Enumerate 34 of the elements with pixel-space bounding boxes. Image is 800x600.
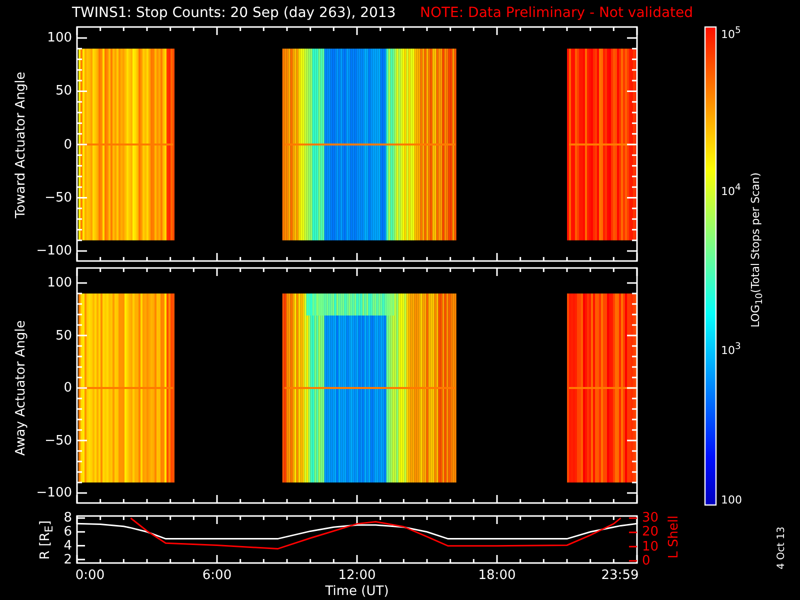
chart-title: TWINS1: Stop Counts: 20 Sep (day 263), 2013 (72, 6, 396, 20)
tick-label: −100 (36, 486, 72, 500)
tick-label: 8 (64, 512, 72, 525)
tick-label: 10$^{3}$ (721, 342, 741, 356)
tick-label: 12:00 (338, 569, 376, 582)
tick-label: 0:00 (75, 569, 105, 582)
tick-label: 6:00 (202, 569, 232, 582)
tick-label: 23:59 (601, 569, 639, 582)
tick-label: 10$^{5}$ (721, 26, 741, 40)
axis-label: Away Actuator Angle (14, 320, 28, 456)
tick-label: 4 (64, 539, 72, 552)
axis-label: Toward Actuator Angle (14, 71, 28, 218)
tick-label: −100 (36, 244, 72, 258)
tick-label: 0 (64, 382, 72, 394)
tick-label: 50 (55, 84, 72, 98)
tick-label: 2 (64, 553, 72, 566)
tick-label: 20 (642, 526, 659, 539)
tick-label: 100 (47, 32, 72, 44)
tick-label: 0 (642, 554, 650, 568)
tick-label: 10 (642, 540, 659, 554)
tick-label: 10$^{4}$ (721, 183, 741, 197)
tick-label: 100 (47, 276, 72, 290)
tick-label: −50 (44, 191, 72, 204)
preliminary-note: NOTE: Data Preliminary - Not validated (420, 6, 694, 20)
tick-label: 100 (721, 494, 742, 506)
date-label: 4 Oct 13 (777, 526, 787, 570)
tick-label: 30 (642, 512, 659, 525)
tick-label: 0 (64, 138, 72, 151)
tick-label: −50 (44, 434, 72, 447)
tick-label: 50 (55, 329, 72, 342)
tick-label: 18:00 (478, 569, 516, 582)
axis-label: Time (UT) (325, 585, 389, 598)
axis-label: L Shell (668, 515, 680, 559)
tick-label: 6 (64, 525, 72, 538)
